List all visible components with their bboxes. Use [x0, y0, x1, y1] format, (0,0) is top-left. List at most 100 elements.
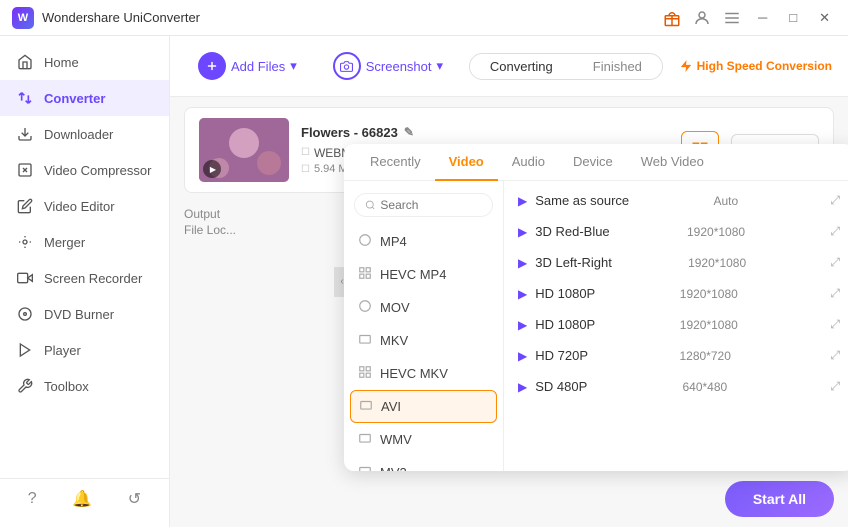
wmv-icon [358, 431, 372, 448]
recorder-icon [16, 269, 34, 287]
format-item-mov[interactable]: MOV [344, 291, 503, 324]
quality-hd720-label: HD 720P [535, 348, 588, 363]
editor-icon [16, 197, 34, 215]
format-search-input[interactable] [380, 198, 482, 212]
minimize-button[interactable]: ─ [752, 10, 773, 25]
toolbox-icon [16, 377, 34, 395]
convert-tabs: Converting Finished [469, 53, 663, 80]
format-item-hevc-mkv[interactable]: HEVC MKV [344, 357, 503, 390]
play-icon-same: ▶ [518, 194, 527, 208]
quality-same-edit-icon[interactable]: ⤢ [830, 193, 840, 208]
titlebar: W Wondershare UniConverter ─ □ ✕ [0, 0, 848, 36]
quality-sd480-res: 640*480 [682, 380, 727, 394]
quality-3d-rb-edit-icon[interactable]: ⤢ [830, 224, 840, 239]
quality-3d-red-blue[interactable]: ▶ 3D Red-Blue 1920*1080 ⤢ [504, 216, 848, 247]
high-speed-conversion[interactable]: High Speed Conversion [679, 59, 832, 73]
mov-icon [358, 299, 372, 316]
sidebar-player-label: Player [44, 343, 81, 358]
maximize-button[interactable]: □ [783, 10, 803, 25]
quality-sd-480p[interactable]: ▶ SD 480P 640*480 ⤢ [504, 371, 848, 402]
quality-hd1-edit-icon[interactable]: ⤢ [830, 286, 840, 301]
mv2-label: MV2 [380, 465, 407, 471]
sidebar-item-converter[interactable]: Converter [0, 80, 169, 116]
hevc-mkv-label: HEVC MKV [380, 366, 448, 381]
sidebar-item-video-compressor[interactable]: Video Compressor [0, 152, 169, 188]
format-body: MP4 HEVC MP4 MOV [344, 181, 848, 471]
format-item-avi[interactable]: AVI [350, 390, 497, 423]
file-name-edit-icon[interactable]: ✎ [404, 125, 414, 139]
mp4-icon [358, 233, 372, 250]
format-item-mkv[interactable]: MKV [344, 324, 503, 357]
quality-3d-left-right[interactable]: ▶ 3D Left-Right 1920*1080 ⤢ [504, 247, 848, 278]
sidebar-recorder-label: Screen Recorder [44, 271, 142, 286]
format-tab-web-video[interactable]: Web Video [627, 144, 718, 181]
format-search-box[interactable] [354, 193, 493, 217]
user-icon[interactable] [692, 8, 712, 28]
sidebar-merger-label: Merger [44, 235, 85, 250]
format-item-hevc-mp4[interactable]: HEVC MP4 [344, 258, 503, 291]
format-item-wmv[interactable]: WMV [344, 423, 503, 456]
sidebar-converter-label: Converter [44, 91, 105, 106]
sidebar-editor-label: Video Editor [44, 199, 115, 214]
add-files-icon [198, 52, 226, 80]
sidebar-item-video-editor[interactable]: Video Editor [0, 188, 169, 224]
tab-finished[interactable]: Finished [573, 54, 662, 79]
gift-icon[interactable] [662, 8, 682, 28]
sidebar-item-screen-recorder[interactable]: Screen Recorder [0, 260, 169, 296]
thumbnail-play-icon: ▶ [203, 160, 221, 178]
sidebar-item-player[interactable]: Player [0, 332, 169, 368]
mv2-icon [358, 464, 372, 471]
file-name-text: Flowers - 66823 [301, 125, 398, 140]
format-tab-video[interactable]: Video [435, 144, 498, 181]
quality-hd-1080p-2[interactable]: ▶ HD 1080P 1920*1080 ⤢ [504, 309, 848, 340]
titlebar-left: W Wondershare UniConverter [12, 7, 200, 29]
home-icon [16, 53, 34, 71]
quality-hd2-edit-icon[interactable]: ⤢ [830, 317, 840, 332]
screenshot-button[interactable]: Screenshot ▾ [321, 46, 455, 86]
add-files-button[interactable]: Add Files ▾ [186, 46, 309, 86]
format-item-mp4[interactable]: MP4 [344, 225, 503, 258]
play-icon-hd1: ▶ [518, 287, 527, 301]
sidebar-item-home[interactable]: Home [0, 44, 169, 80]
tab-converting[interactable]: Converting [470, 54, 573, 79]
notification-icon[interactable]: 🔔 [72, 489, 92, 509]
help-icon[interactable]: ? [28, 490, 37, 508]
quality-hd720-res: 1280*720 [679, 349, 730, 363]
content-area: ‹ Add Files ▾ Screenshot ▾ Converting Fi… [170, 36, 848, 527]
add-files-dropdown-arrow: ▾ [290, 58, 297, 74]
quality-3d-lr-edit-icon[interactable]: ⤢ [830, 255, 840, 270]
quality-same-as-source[interactable]: ▶ Same as source Auto ⤢ [504, 185, 848, 216]
quality-hd2-res: 1920*1080 [680, 318, 738, 332]
sidebar-item-toolbox[interactable]: Toolbox [0, 368, 169, 404]
screenshot-dropdown-arrow: ▾ [437, 58, 444, 74]
sidebar-home-label: Home [44, 55, 79, 70]
dvd-icon [16, 305, 34, 323]
play-icon-hd720: ▶ [518, 349, 527, 363]
close-button[interactable]: ✕ [813, 10, 836, 26]
format-item-mv2[interactable]: MV2 [344, 456, 503, 471]
menu-icon[interactable] [722, 8, 742, 28]
format-tab-audio[interactable]: Audio [498, 144, 559, 181]
format-tab-recently[interactable]: Recently [356, 144, 435, 181]
format-picker-panel: Recently Video Audio Device Web Video [344, 144, 848, 471]
refresh-icon[interactable]: ↺ [128, 489, 141, 509]
start-all-button[interactable]: Start All [725, 481, 834, 517]
quality-same-res: Auto [713, 194, 738, 208]
quality-3d-lr-label: 3D Left-Right [535, 255, 612, 270]
format-list: MP4 HEVC MP4 MOV [344, 181, 504, 471]
sidebar-toolbox-label: Toolbox [44, 379, 89, 394]
play-icon-hd2: ▶ [518, 318, 527, 332]
sidebar-item-downloader[interactable]: Downloader [0, 116, 169, 152]
quality-3d-rb-label: 3D Red-Blue [535, 224, 609, 239]
quality-list: ▶ Same as source Auto ⤢ ▶ 3D Red-Blue 19… [504, 181, 848, 471]
quality-same-label: Same as source [535, 193, 629, 208]
quality-hd-720p[interactable]: ▶ HD 720P 1280*720 ⤢ [504, 340, 848, 371]
sidebar-dvd-label: DVD Burner [44, 307, 114, 322]
sidebar-item-merger[interactable]: Merger [0, 224, 169, 260]
quality-sd480-edit-icon[interactable]: ⤢ [830, 379, 840, 394]
quality-hd-1080p-1[interactable]: ▶ HD 1080P 1920*1080 ⤢ [504, 278, 848, 309]
format-tab-device[interactable]: Device [559, 144, 627, 181]
quality-hd1-label: HD 1080P [535, 286, 595, 301]
quality-hd720-edit-icon[interactable]: ⤢ [830, 348, 840, 363]
sidebar-item-dvd-burner[interactable]: DVD Burner [0, 296, 169, 332]
